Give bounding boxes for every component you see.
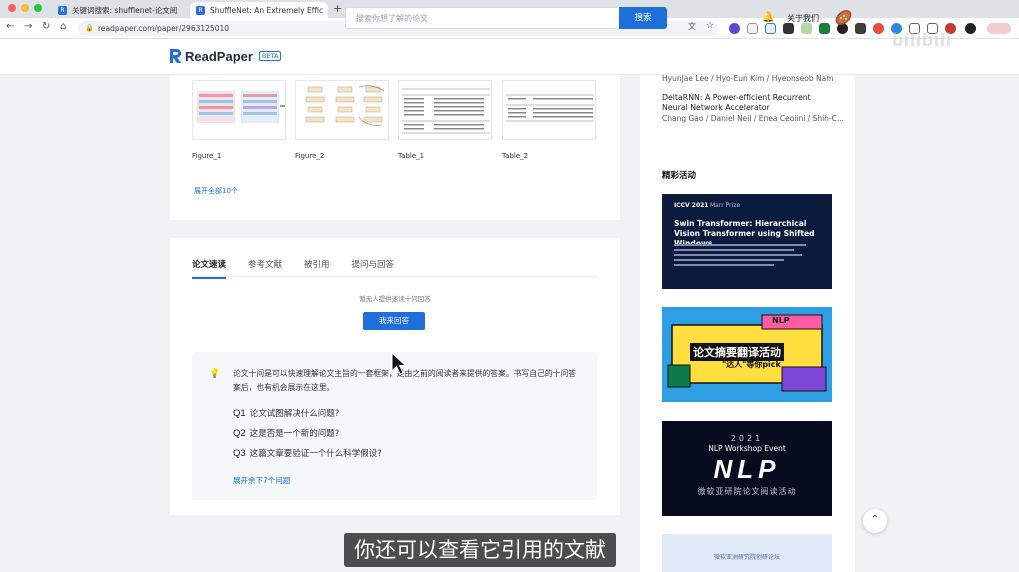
related-paper-title[interactable]: DeltaRNN: A Power-efficient Recurrent Ne… — [662, 93, 837, 113]
back-to-top-button[interactable]: ⌃ — [863, 509, 887, 533]
readpaper-favicon-icon: R — [58, 5, 67, 15]
lock-icon: 🔒 — [85, 24, 94, 32]
answer-button[interactable]: 我来回答 — [363, 312, 425, 330]
bookmark-star-icon[interactable]: ☆ — [706, 21, 714, 31]
banner-tag: 2021 — [730, 434, 764, 443]
close-tab-icon[interactable]: ✕ — [177, 6, 182, 15]
avatar[interactable] — [834, 8, 853, 27]
home-icon[interactable]: ⌂ — [60, 21, 66, 32]
question-number: Q1 — [233, 408, 246, 419]
close-tab-icon[interactable]: ✕ — [323, 6, 328, 15]
figure-label: Table_1 — [398, 152, 425, 160]
search-button[interactable]: 搜索 — [619, 7, 667, 29]
event-banner-swin[interactable]: ICCV 2021 Marr Prize Swin Transformer: H… — [662, 194, 832, 289]
new-tab-icon[interactable]: + — [333, 2, 342, 15]
banner-subtitle: "达人"等你pick — [722, 360, 781, 369]
reload-icon[interactable]: ↻ — [42, 21, 50, 32]
extension-icon[interactable] — [855, 23, 866, 34]
figure-label: Figure_2 — [295, 152, 325, 160]
figure-label: Table_2 — [502, 152, 529, 160]
banner-tag: ICCV 2021 — [674, 202, 709, 209]
question-text: 这篇文章要验证一个什么科学假设? — [249, 449, 382, 459]
readpaper-logo-icon — [170, 49, 181, 63]
extension-icon[interactable] — [765, 23, 776, 34]
figure-thumbnail[interactable] — [192, 80, 286, 140]
event-banner-forum[interactable]: 微软亚洲研究院创研论坛 — [662, 534, 832, 572]
maximize-window-icon[interactable] — [34, 4, 42, 12]
profile-icon[interactable] — [965, 23, 976, 34]
site-header: ReadPaper BETA — [0, 39, 1019, 75]
extension-icon[interactable] — [783, 23, 794, 34]
tab-divider — [192, 276, 597, 277]
beta-badge: BETA — [258, 51, 282, 61]
banner-subtitle: 微软亚研院论文阅读活动 — [697, 487, 797, 496]
back-icon[interactable]: ← — [6, 21, 14, 32]
forward-icon[interactable]: → — [24, 21, 32, 32]
table-thumbnail[interactable] — [398, 80, 492, 140]
banner-title: NLP — [713, 454, 781, 484]
url-text: readpaper.com/paper/2963125010 — [98, 24, 230, 33]
mouse-pointer-icon — [391, 352, 407, 375]
about-us-link[interactable]: 关于我们 — [787, 13, 819, 24]
question-number: Q2 — [233, 428, 246, 439]
extension-icon[interactable] — [873, 23, 884, 34]
extension-icon[interactable] — [747, 23, 758, 34]
watermark-logo: bilibili — [892, 30, 952, 50]
related-paper-authors: HyunJae Lee / Hyo-Eun Kim / Hyeonseob Na… — [662, 74, 834, 83]
tab-label: ShuffleNet: An Extremely Effic — [210, 5, 324, 15]
expand-all-figures-link[interactable]: 展开全部10个 — [194, 186, 238, 196]
banner-subtitle: 微软亚洲研究院创研论坛 — [713, 554, 780, 561]
lightbulb-icon: 💡 — [209, 369, 221, 379]
table-thumbnail[interactable] — [502, 80, 596, 140]
logo-text: ReadPaper — [185, 48, 253, 64]
notification-bell-icon[interactable]: 🔔 — [762, 12, 774, 23]
question-number: Q3 — [233, 448, 246, 459]
browser-tab-active[interactable]: R ShuffleNet: An Extremely Effic ✕ — [190, 2, 328, 18]
question-text: 这是否是一个新的问题? — [249, 429, 340, 439]
banner-subtitle: NLP Workshop Event — [708, 444, 786, 453]
related-paper-authors: Chang Gao / Daniel Neil / Enea Ceolini /… — [662, 114, 845, 123]
banner-tag: NLP — [772, 316, 790, 325]
events-section-title: 精彩活动 — [662, 171, 697, 181]
figure-thumbnail[interactable] — [295, 80, 389, 140]
update-button[interactable] — [987, 23, 1011, 34]
search-input[interactable]: 搜索你想了解的论文 — [345, 7, 620, 29]
tab-label: 关键词搜索: shufflenet-论文阅 — [72, 5, 178, 15]
extension-icon[interactable] — [801, 23, 812, 34]
video-subtitle: 你还可以查看它引用的文献 — [344, 533, 616, 567]
browser-tab-search[interactable]: R 关键词搜索: shufflenet-论文阅 ✕ — [52, 2, 182, 18]
ten-questions-intro: 论文十问是可以快速理解论文主旨的一套框架，是由之前的阅读者来提供的答案。书写自己… — [233, 369, 577, 392]
figure-label: Figure_1 — [192, 152, 222, 160]
extension-icon[interactable] — [729, 23, 740, 34]
event-banner-translation[interactable]: NLP 论文摘要翻译活动 "达人"等你pick — [662, 307, 832, 402]
extension-icon[interactable] — [819, 23, 830, 34]
question-item[interactable]: Q2 这是否是一个新的问题? — [233, 427, 339, 439]
minimize-window-icon[interactable] — [21, 4, 29, 12]
site-logo[interactable]: ReadPaper BETA — [168, 48, 282, 64]
question-text: 论文试图解决什么问题? — [249, 409, 340, 419]
banner-tag: Marr Prize — [710, 202, 741, 209]
question-item[interactable]: Q3 这篇文章要验证一个什么科学假设? — [233, 447, 382, 459]
event-banner-nlp[interactable]: 2021 NLP Workshop Event NLP 微软亚研院论文阅读活动 — [662, 421, 832, 516]
expand-remaining-questions-link[interactable]: 展开余下7个问题 — [233, 475, 290, 486]
question-item[interactable]: Q1 论文试图解决什么问题? — [233, 407, 339, 419]
close-window-icon[interactable] — [8, 4, 16, 12]
translate-icon[interactable]: 文 — [688, 21, 696, 32]
readpaper-favicon-icon: R — [196, 5, 205, 15]
